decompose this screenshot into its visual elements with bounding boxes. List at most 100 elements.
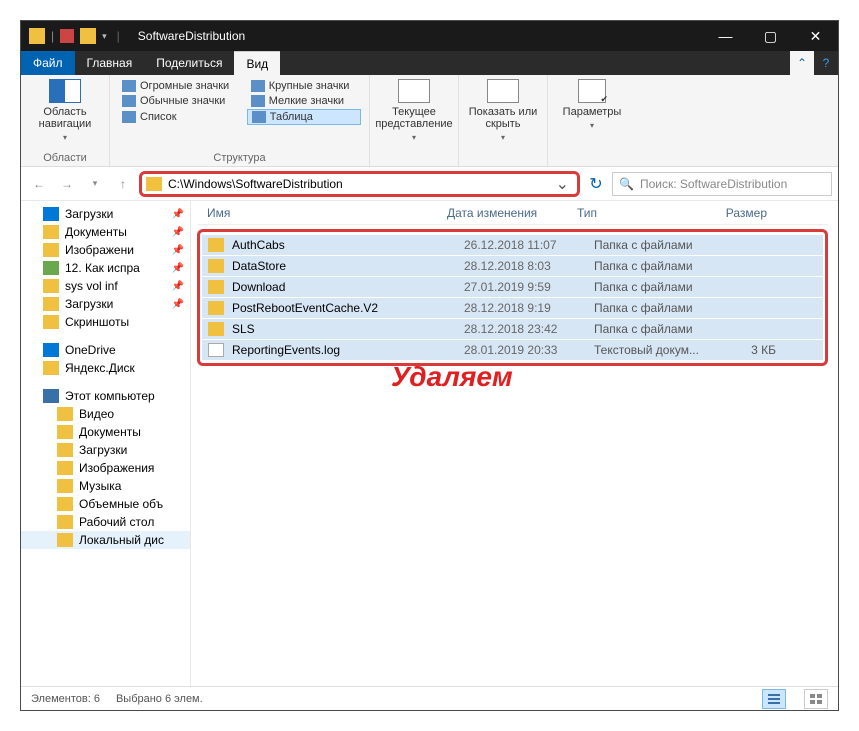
thumbnails-view-button[interactable] <box>804 689 828 709</box>
qat-props-icon[interactable] <box>60 29 74 43</box>
file-date: 28.12.2018 8:03 <box>464 259 594 273</box>
ribbon-group-layout: Огромные значки Крупные значки Обычные з… <box>110 75 370 166</box>
pin-icon: 📌 <box>172 281 184 292</box>
file-type: Папка с файлами <box>594 322 724 336</box>
tree-item[interactable]: Загрузки📌 <box>21 295 190 313</box>
file-name: DataStore <box>232 259 464 273</box>
tree-item[interactable]: Документы📌 <box>21 223 190 241</box>
navpane-icon <box>49 79 81 103</box>
tab-share[interactable]: Поделиться <box>144 51 234 75</box>
tree-item[interactable]: Рабочий стол <box>21 513 190 531</box>
col-date[interactable]: Дата изменения <box>447 206 577 220</box>
search-box[interactable]: 🔍 Поиск: SoftwareDistribution <box>612 172 832 196</box>
col-name[interactable]: Имя <box>197 206 447 220</box>
search-icon: 🔍 <box>619 177 634 191</box>
annotation-text: Удаляем <box>391 361 513 393</box>
tab-view[interactable]: Вид <box>234 51 280 75</box>
details-view-button[interactable] <box>762 689 786 709</box>
explorer-window: | ▾ | SoftwareDistribution — ▢ ✕ Файл Гл… <box>20 20 839 711</box>
forward-button[interactable]: → <box>55 172 79 196</box>
tree-item[interactable]: OneDrive <box>21 341 190 359</box>
minimize-button[interactable]: — <box>703 21 748 51</box>
tree-item[interactable]: Изображени📌 <box>21 241 190 259</box>
tree-label: sys vol inf <box>65 279 118 293</box>
navigation-pane-button[interactable]: Область навигации ▾ <box>29 79 101 142</box>
ribbon-collapse-button[interactable]: ⌃ <box>790 51 814 75</box>
col-size[interactable]: Размер <box>707 206 767 220</box>
tab-file[interactable]: Файл <box>21 51 75 75</box>
tree-item-pc[interactable]: Этот компьютер <box>21 387 190 405</box>
tree-label: Документы <box>79 425 141 439</box>
layout-small-icons[interactable]: Мелкие значки <box>247 94 361 108</box>
tree-item[interactable]: Изображения <box>21 459 190 477</box>
tree-item[interactable]: sys vol inf 📌 <box>21 277 190 295</box>
refresh-button[interactable]: ↻ <box>584 172 608 196</box>
thumb-icon <box>810 694 822 704</box>
file-row[interactable]: Download27.01.2019 9:59Папка с файлами <box>202 277 823 297</box>
huge-label: Огромные значки <box>140 80 229 92</box>
maximize-button[interactable]: ▢ <box>748 21 793 51</box>
back-button[interactable]: ← <box>27 172 51 196</box>
up-button[interactable]: ↑ <box>111 172 135 196</box>
file-row[interactable]: SLS28.12.2018 23:42Папка с файлами <box>202 319 823 339</box>
qat: | ▾ | <box>21 28 132 44</box>
tree-item[interactable]: Скриншоты <box>21 313 190 331</box>
layout-large-icons[interactable]: Крупные значки <box>247 79 361 93</box>
tree-label: Локальный дис <box>79 533 164 547</box>
file-date: 28.01.2019 20:33 <box>464 343 594 357</box>
options-button[interactable]: ✔ Параметры ▾ <box>556 79 628 130</box>
qat-dropdown-icon[interactable]: ▾ <box>102 31 107 42</box>
folder-icon <box>43 243 59 257</box>
status-bar: Элементов: 6 Выбрано 6 элем. <box>21 686 838 710</box>
showhide-icon <box>487 79 519 103</box>
content-area: Загрузки📌Документы📌Изображени📌12. Как ис… <box>21 201 838 686</box>
tree-label: Загрузки <box>65 297 113 311</box>
file-row[interactable]: PostRebootEventCache.V228.12.2018 9:19Па… <box>202 298 823 318</box>
layout-huge-icons[interactable]: Огромные значки <box>118 79 241 93</box>
file-row[interactable]: ReportingEvents.log28.01.2019 20:33Текст… <box>202 340 823 360</box>
file-name: AuthCabs <box>232 238 464 252</box>
file-row[interactable]: DataStore28.12.2018 8:03Папка с файлами <box>202 256 823 276</box>
layout-table[interactable]: Таблица <box>247 109 361 125</box>
pin-icon: 📌 <box>172 245 184 256</box>
qat-folder-icon[interactable] <box>80 28 96 44</box>
col-type[interactable]: Тип <box>577 206 707 220</box>
tree-item[interactable]: Объемные объ <box>21 495 190 513</box>
options-icon: ✔ <box>578 79 606 103</box>
column-headers[interactable]: Имя Дата изменения Тип Размер <box>197 201 828 225</box>
folder-icon <box>57 443 73 457</box>
folder-icon <box>57 533 73 547</box>
tree-item[interactable]: Загрузки <box>21 441 190 459</box>
tree-label: Загрузки <box>65 207 113 221</box>
layout-normal-icons[interactable]: Обычные значки <box>118 94 241 108</box>
folder-icon <box>43 261 59 275</box>
file-date: 27.01.2019 9:59 <box>464 280 594 294</box>
address-history-button[interactable]: ⌄ <box>552 174 573 194</box>
tree-label: Видео <box>79 407 114 421</box>
tree-item[interactable]: 12. Как испра📌 <box>21 259 190 277</box>
showhide-label: Показать или скрыть <box>467 106 539 130</box>
tree-label: Скриншоты <box>65 315 129 329</box>
layout-list[interactable]: Список <box>118 109 241 125</box>
ribbon: Область навигации ▾ Области Огромные зна… <box>21 75 838 167</box>
file-row[interactable]: AuthCabs26.12.2018 11:07Папка с файлами <box>202 235 823 255</box>
show-hide-button[interactable]: Показать или скрыть ▾ <box>467 79 539 142</box>
file-type: Папка с файлами <box>594 259 724 273</box>
pin-icon: 📌 <box>172 209 184 220</box>
tab-home[interactable]: Главная <box>75 51 145 75</box>
file-name: Download <box>232 280 464 294</box>
tree-item[interactable]: Яндекс.Диск <box>21 359 190 377</box>
current-view-button[interactable]: Текущее представление ▾ <box>378 79 450 142</box>
tree-item[interactable]: Видео <box>21 405 190 423</box>
recent-button[interactable]: ▾ <box>83 172 107 196</box>
navigation-tree[interactable]: Загрузки📌Документы📌Изображени📌12. Как ис… <box>21 201 191 686</box>
tree-item[interactable]: Документы <box>21 423 190 441</box>
tree-item[interactable]: Локальный дис <box>21 531 190 549</box>
close-button[interactable]: ✕ <box>793 21 838 51</box>
tree-item[interactable]: Музыка <box>21 477 190 495</box>
file-list: Имя Дата изменения Тип Размер AuthCabs26… <box>191 201 838 686</box>
address-input[interactable] <box>168 177 552 191</box>
address-box[interactable]: ⌄ <box>139 171 580 197</box>
tree-item[interactable]: Загрузки 📌 <box>21 205 190 223</box>
help-button[interactable]: ? <box>814 51 838 75</box>
